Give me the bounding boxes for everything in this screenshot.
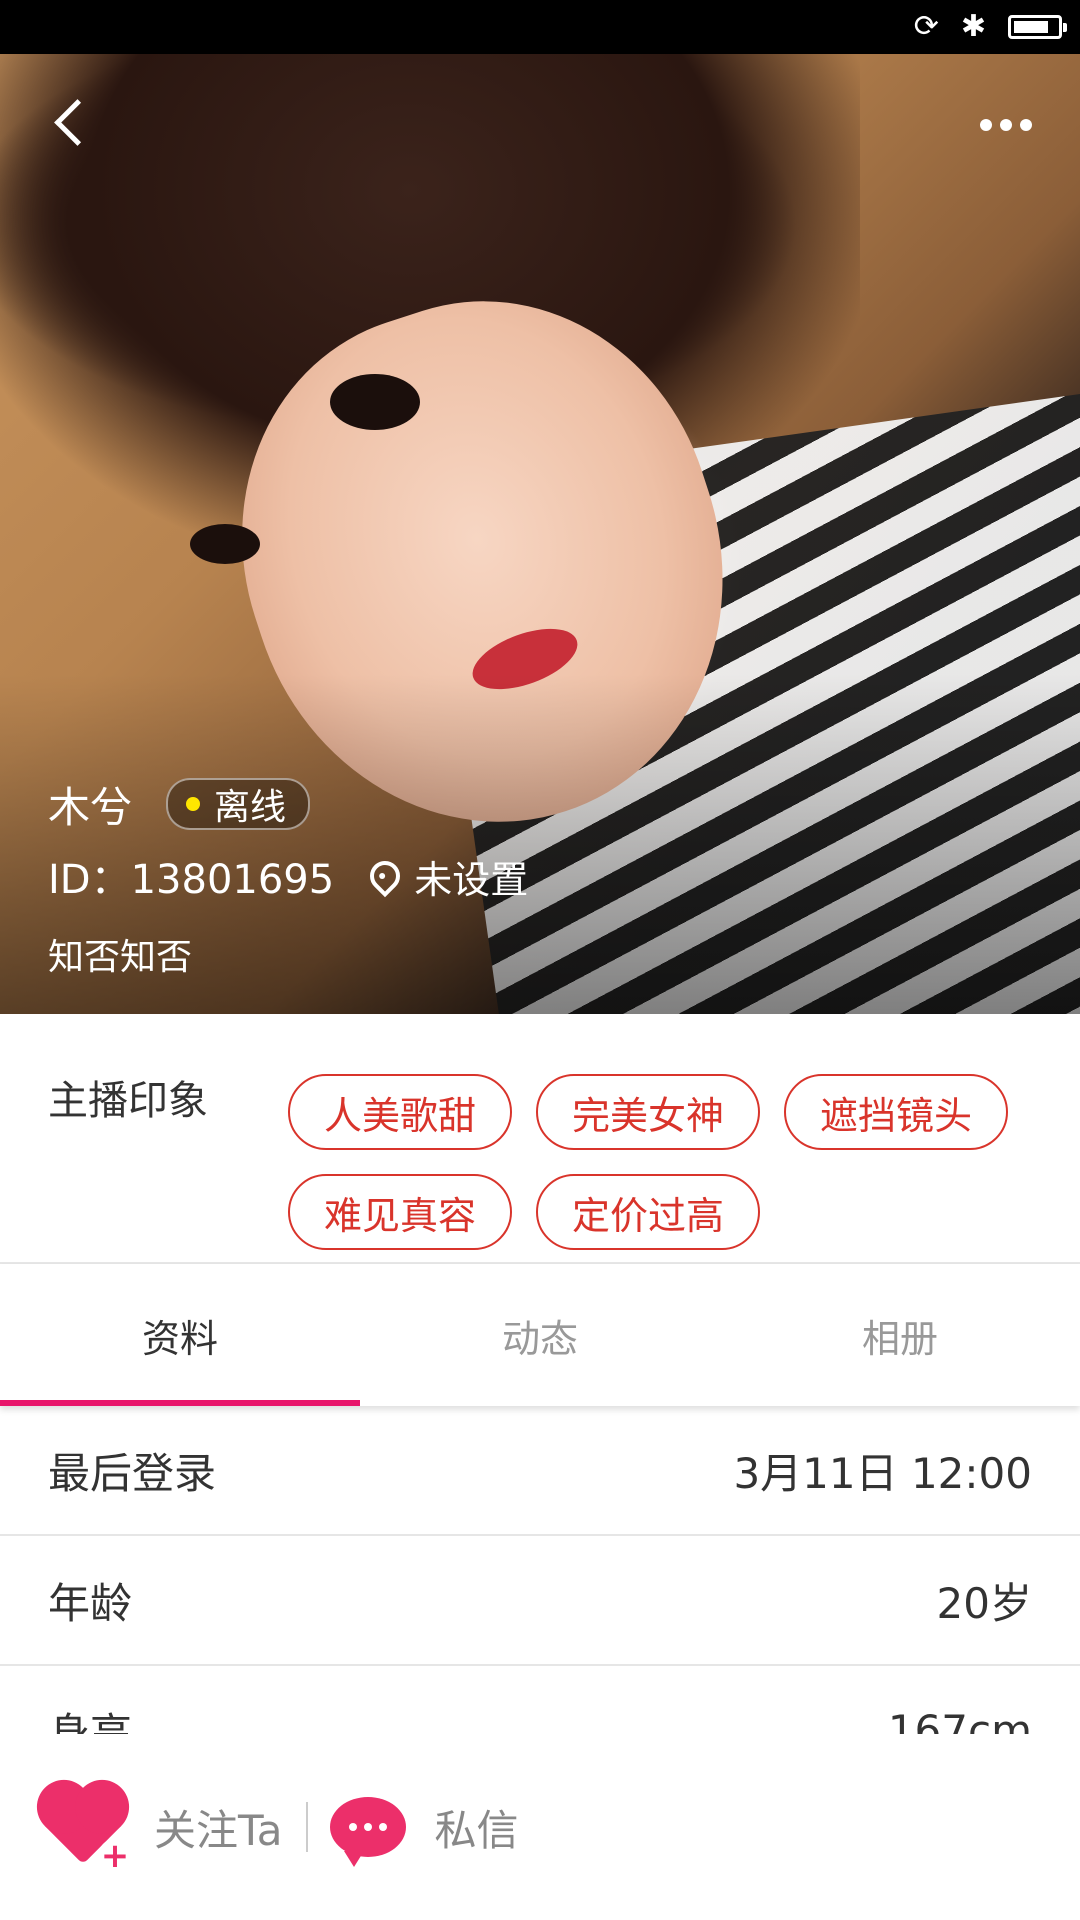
tab-moments[interactable]: 动态 (360, 1264, 720, 1406)
impression-tag: 遮挡镜头 (784, 1074, 1008, 1150)
message-button[interactable]: 私信 (330, 1797, 519, 1867)
info-row-last-login: 最后登录 3月11日 12:00 (0, 1406, 1080, 1536)
tab-profile-info[interactable]: 资料 (0, 1264, 360, 1406)
follow-button[interactable]: + 关注Ta (44, 1787, 283, 1873)
message-label: 私信 (434, 1805, 519, 1855)
status-dot-icon (186, 797, 201, 811)
info-value: 20岁 (936, 1578, 1032, 1628)
profile-id: ID：13801695 (48, 857, 335, 903)
tab-album[interactable]: 相册 (720, 1264, 1080, 1406)
info-label: 年龄 (48, 1578, 133, 1628)
bottom-action-bar: + 关注Ta 私信 (0, 1734, 1080, 1920)
profile-name: 木兮 (48, 782, 133, 832)
profile-tabs: 资料 动态 相册 (0, 1264, 1080, 1406)
more-icon (980, 119, 992, 131)
profile-signature: 知否知否 (48, 937, 193, 978)
back-button[interactable] (40, 90, 104, 154)
impression-tag: 定价过高 (536, 1174, 760, 1250)
info-row-age: 年龄 20岁 (0, 1536, 1080, 1666)
info-label: 最后登录 (48, 1448, 217, 1498)
info-row-height: 身高 167cm (0, 1666, 1080, 1735)
action-divider (306, 1802, 309, 1852)
info-value: 167cm (887, 1705, 1032, 1735)
status-badge: 离线 (166, 778, 311, 830)
battery-icon (1008, 15, 1067, 39)
location: 未设置 (363, 849, 529, 904)
info-label: 身高 (48, 1708, 133, 1735)
impression-tag: 人美歌甜 (288, 1074, 512, 1150)
impressions-title: 主播印象 (48, 1078, 208, 1124)
bluetooth-icon: ✱ (960, 9, 986, 44)
impression-tag: 完美女神 (536, 1074, 760, 1150)
more-options-button[interactable] (966, 100, 1046, 150)
chat-bubble-icon (330, 1797, 407, 1867)
info-list: 最后登录 3月11日 12:00 年龄 20岁 身高 167cm (0, 1406, 1080, 1734)
profile-info: 木兮 离线 ID：13801695 未设置 知否知否 (48, 776, 528, 980)
rotation-lock-icon: ⟳ (913, 9, 939, 44)
impressions-section: 主播印象 人美歌甜 完美女神 遮挡镜头 难见真容 定价过高 (0, 1014, 1080, 1264)
info-value: 3月11日 12:00 (733, 1448, 1032, 1498)
back-arrow-icon (53, 98, 101, 146)
location-pin-icon (363, 854, 407, 898)
status-label: 离线 (214, 787, 287, 828)
heart-plus-icon: + (44, 1787, 132, 1873)
status-bar: ⟳ ✱ (0, 0, 1080, 54)
follow-label: 关注Ta (154, 1805, 283, 1855)
impression-tag: 难见真容 (288, 1174, 512, 1250)
location-label: 未设置 (414, 857, 529, 902)
